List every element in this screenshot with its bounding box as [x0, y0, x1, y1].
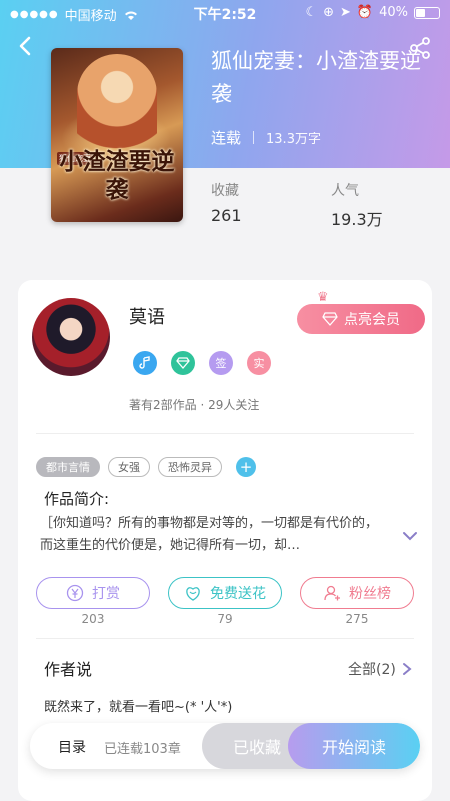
stat-label: 人气 — [331, 183, 359, 199]
music-note-icon[interactable] — [133, 351, 157, 375]
gem-icon[interactable] — [171, 351, 195, 375]
chapter-count[interactable]: 已连载103章 — [104, 738, 181, 757]
diamond-icon — [322, 312, 338, 326]
real-name-badge-icon[interactable]: 实 — [247, 351, 271, 375]
book-title: 狐仙宠妻：小渣渣要逆袭 — [211, 49, 421, 106]
alarm-icon: ⏰ — [356, 5, 374, 20]
bottom-action-bar: 目录 已连载103章 已收藏 开始阅读 — [30, 723, 420, 769]
author-message[interactable]: 既然来了，就看一看吧~(* '人'*) — [44, 696, 232, 715]
section-divider — [36, 433, 414, 434]
status-right: ☾ ⊕ ➤ ⏰ 40% — [305, 5, 440, 20]
stat-favorites: 收藏 261 — [211, 180, 242, 225]
stat-popularity: 人气 19.3万 — [331, 180, 383, 230]
serial-status: 连载 — [211, 129, 242, 147]
fan-ranking-button[interactable]: 粉丝榜 — [300, 577, 414, 609]
stat-value: 19.3万 — [331, 210, 383, 229]
send-flower-label: 免费送花 — [210, 586, 266, 602]
reward-count: 203 — [81, 612, 105, 626]
author-says-title: 作者说 — [44, 660, 93, 679]
location-icon: ➤ — [340, 5, 351, 20]
send-flower-button[interactable]: 免费送花 — [168, 577, 282, 609]
all-comments-label: 全部(2) — [348, 662, 396, 678]
back-arrow-icon[interactable] — [14, 34, 38, 58]
toc-button[interactable]: 目录 — [58, 737, 86, 757]
moon-icon: ☾ — [305, 5, 318, 20]
fan-ranking-label: 粉丝榜 — [349, 586, 391, 602]
battery-icon — [414, 6, 440, 19]
fan-count: 275 — [345, 612, 369, 626]
crown-icon: ♛ — [317, 290, 329, 305]
intro-title: 作品简介: — [44, 490, 110, 508]
flower-count: 79 — [217, 612, 233, 626]
chevron-right-icon — [402, 663, 412, 675]
battery-percent: 40% — [379, 5, 408, 20]
author-badges: 签 实 — [133, 351, 271, 375]
author-name[interactable]: 莫语 — [129, 303, 165, 329]
flower-icon — [186, 587, 200, 601]
cover-title: 小渣渣要逆袭 — [59, 148, 175, 203]
yen-coin-icon — [66, 584, 84, 602]
rotation-lock-icon: ⊕ — [323, 5, 334, 20]
reward-label: 打赏 — [92, 586, 120, 602]
stat-label: 收藏 — [211, 183, 239, 199]
status-bar: ●●●●● 中国移动 下午2:52 ☾ ⊕ ➤ ⏰ 40% — [0, 0, 450, 26]
meta-divider — [253, 131, 255, 144]
author-works-summary: 著有2部作品 · 29人关注 — [129, 398, 260, 412]
chevron-down-icon[interactable] — [402, 530, 418, 542]
stat-value: 261 — [211, 206, 242, 225]
intro-text[interactable]: ［你知道吗？所有的事物都是对等的，一切都是有代价的，而这重生的代价便是，她记得所… — [40, 513, 390, 557]
tag-item[interactable]: 都市言情 — [36, 457, 100, 477]
all-comments-link[interactable]: 全部(2) — [348, 659, 412, 679]
tag-list: 都市言情 女强 恐怖灵异 + — [36, 457, 256, 477]
book-meta: 连载 13.3万字 — [211, 127, 321, 148]
tag-item[interactable]: 女强 — [108, 457, 150, 477]
add-tag-icon[interactable]: + — [236, 457, 256, 477]
tag-item[interactable]: 恐怖灵异 — [158, 457, 222, 477]
section-divider — [36, 638, 414, 639]
vip-button[interactable]: 点亮会员 — [297, 304, 425, 334]
vip-label: 点亮会员 — [344, 312, 400, 328]
person-icon — [324, 585, 340, 601]
book-cover[interactable]: 狐仙宠妻 小渣渣要逆袭 — [51, 48, 183, 222]
author-avatar[interactable] — [32, 298, 110, 376]
reward-button[interactable]: 打赏 — [36, 577, 150, 609]
start-reading-button[interactable]: 开始阅读 — [288, 723, 420, 769]
word-count: 13.3万字 — [266, 132, 321, 147]
sign-badge-icon[interactable]: 签 — [209, 351, 233, 375]
